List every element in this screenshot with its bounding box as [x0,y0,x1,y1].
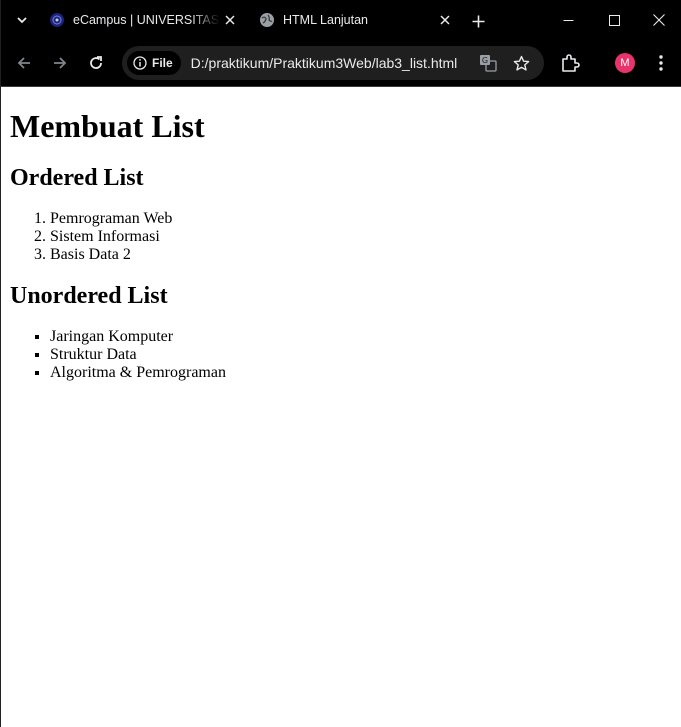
arrow-right-icon [54,57,67,69]
tab-html-lanjutan[interactable]: HTML Lanjutan [251,4,461,36]
unordered-list: Jaringan Komputer Struktur Data Algoritm… [2,328,681,382]
browser-window: eCampus | UNIVERSITAS P HTML Lanjutan Fi… [0,0,681,727]
chevron-down-icon [17,17,27,24]
back-button[interactable] [10,49,38,77]
page-content: Membuat List Ordered List Pemrograman We… [2,87,681,727]
reload-button[interactable] [82,49,110,77]
maximize-icon [608,14,620,26]
site-info-chip[interactable]: File [127,51,181,75]
browser-toolbar: File D:/praktikum/Praktikum3Web/lab3_lis… [1,40,681,87]
minimize-button[interactable] [545,0,591,40]
close-icon [653,14,665,26]
tab-title: HTML Lanjutan [283,13,368,27]
list-item: Basis Data 2 [50,246,681,264]
maximize-button[interactable] [591,0,637,40]
close-tab-icon[interactable] [435,10,455,30]
translate-button[interactable]: G [478,53,498,73]
info-icon [133,56,147,70]
globe-icon [260,13,274,27]
unordered-list-heading: Unordered List [10,283,168,309]
page-title: Membuat List [10,108,205,144]
university-logo-icon [50,13,64,27]
translate-icon: G [480,55,497,72]
tab-search-button[interactable] [9,7,35,33]
reload-icon [90,56,102,69]
tab-title: eCampus | UNIVERSITAS P [73,13,220,27]
ordered-list: Pemrograman Web Sistem Informasi Basis D… [2,210,681,264]
list-item: Struktur Data [50,346,681,364]
tab-ecampus[interactable]: eCampus | UNIVERSITAS P [41,4,246,36]
star-icon [513,55,529,71]
url-text[interactable]: D:/praktikum/Praktikum3Web/lab3_list.htm… [191,55,458,71]
close-tab-icon[interactable] [220,10,240,30]
browser-menu-button[interactable] [651,52,671,74]
plus-icon [472,15,484,27]
list-item: Jaringan Komputer [50,328,681,346]
close-window-button[interactable] [636,0,681,40]
bookmark-button[interactable] [511,53,531,73]
minimize-icon [563,19,573,21]
more-vertical-icon [659,55,663,71]
puzzle-icon [562,54,580,72]
site-info-label: File [152,56,173,70]
ordered-list-heading: Ordered List [10,165,144,191]
list-item: Pemrograman Web [50,210,681,228]
extensions-button[interactable] [559,52,581,74]
list-item: Sistem Informasi [50,228,681,246]
new-tab-button[interactable] [467,10,489,32]
address-bar[interactable]: File D:/praktikum/Praktikum3Web/lab3_lis… [122,46,544,80]
arrow-left-icon [17,57,30,69]
tab-strip: eCampus | UNIVERSITAS P HTML Lanjutan [1,0,681,40]
svg-text:G: G [482,56,488,65]
profile-avatar[interactable]: M [615,53,635,73]
list-item: Algoritma & Pemrograman [50,364,681,382]
forward-button[interactable] [46,49,74,77]
profile-initial: M [620,57,630,69]
